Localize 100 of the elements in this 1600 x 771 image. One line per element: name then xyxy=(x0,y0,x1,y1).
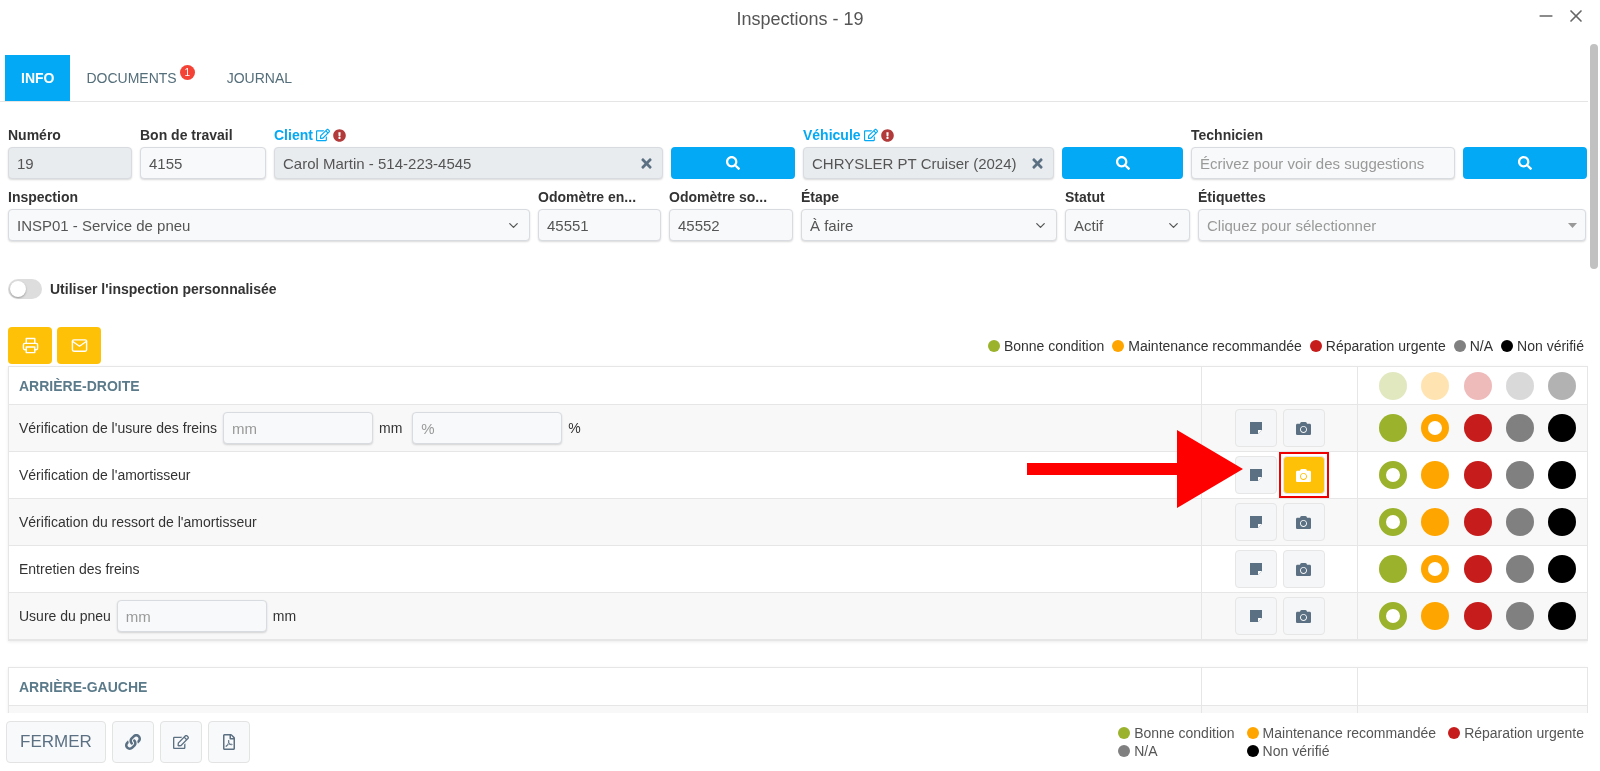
field-label: Étiquettes xyxy=(1198,189,1267,205)
condition-radio[interactable] xyxy=(1379,508,1407,536)
legend-label: Maintenance recommandée xyxy=(1128,337,1302,354)
toggle-label: Utiliser l'inspection personnalisée xyxy=(50,281,277,297)
condition-radio[interactable] xyxy=(1505,508,1534,536)
legend-label: Non vérifié xyxy=(1517,337,1584,354)
item-label: Vérification de l'usure des freins xyxy=(19,420,217,436)
edit-icon[interactable] xyxy=(863,128,878,142)
field-label: Bon de travail xyxy=(140,127,234,143)
set-all-dot[interactable] xyxy=(1379,371,1407,400)
note-button[interactable] xyxy=(1234,409,1277,447)
condition-radio[interactable] xyxy=(1379,461,1407,489)
item-label: Entretien des freins xyxy=(19,561,140,577)
condition-radio[interactable] xyxy=(1379,414,1407,442)
input-field[interactable]: Écrivez pour voir des suggestions xyxy=(1191,147,1455,179)
field-label: Inspection xyxy=(8,189,79,205)
clear-icon[interactable] xyxy=(639,155,654,171)
measure-field[interactable]: % xyxy=(412,412,563,444)
condition-radio[interactable] xyxy=(1421,461,1450,489)
camera-icon xyxy=(1296,420,1311,436)
input-field[interactable]: 45552 xyxy=(669,209,793,241)
set-all-dot[interactable] xyxy=(1505,371,1534,400)
warning-icon xyxy=(332,128,346,142)
printer-icon xyxy=(21,337,39,354)
condition-radio[interactable] xyxy=(1505,602,1534,630)
condition-radio[interactable] xyxy=(1421,555,1450,583)
condition-radio[interactable] xyxy=(1548,555,1576,583)
caret-icon xyxy=(1568,222,1577,228)
condition-radio[interactable] xyxy=(1379,555,1407,583)
pdf-file-icon xyxy=(220,734,237,750)
edit-icon[interactable] xyxy=(315,128,330,142)
note-icon xyxy=(1248,562,1263,576)
legend-label: N/A xyxy=(1134,743,1158,759)
select-field[interactable]: À faire xyxy=(801,209,1057,241)
note-button[interactable] xyxy=(1234,503,1277,541)
measure-field[interactable]: mm xyxy=(223,412,373,444)
camera-icon xyxy=(1296,467,1311,483)
condition-radio[interactable] xyxy=(1421,602,1450,630)
link-button[interactable] xyxy=(111,721,154,763)
legend-label: Réparation urgente xyxy=(1464,725,1584,741)
select-field[interactable]: INSP01 - Service de pneu xyxy=(8,209,530,241)
field-label: Technicien xyxy=(1191,127,1265,143)
search-button[interactable] xyxy=(671,147,795,179)
clear-icon[interactable] xyxy=(1030,155,1045,171)
note-button[interactable] xyxy=(1234,456,1277,494)
field-label: Odomètre so... xyxy=(669,189,769,205)
close-button[interactable]: FERMER xyxy=(6,721,106,763)
field-label: Étape xyxy=(801,189,841,205)
lookup-field[interactable]: CHRYSLER PT Cruiser (2024) xyxy=(803,147,1054,179)
camera-button[interactable] xyxy=(1282,409,1325,447)
condition-radio[interactable] xyxy=(1379,602,1407,630)
note-icon xyxy=(1248,421,1263,435)
condition-radio[interactable] xyxy=(1548,461,1576,489)
camera-button[interactable] xyxy=(1282,550,1325,588)
condition-radio[interactable] xyxy=(1548,602,1576,630)
note-button[interactable] xyxy=(1234,550,1277,588)
set-all-dot[interactable] xyxy=(1548,371,1576,400)
note-button[interactable] xyxy=(1234,597,1277,635)
set-all-dot[interactable] xyxy=(1463,371,1492,400)
edit-icon xyxy=(172,734,189,750)
tab[interactable]: JOURNAL xyxy=(210,55,309,101)
unit-label: % xyxy=(568,420,581,436)
condition-radio[interactable] xyxy=(1505,414,1534,442)
input-field[interactable]: 4155 xyxy=(140,147,266,179)
camera-button[interactable] xyxy=(1282,597,1325,635)
camera-button[interactable] xyxy=(1282,503,1325,541)
select-field[interactable]: Actif xyxy=(1065,209,1190,241)
legend-label: Bonne condition xyxy=(1003,337,1105,354)
unit-label: mm xyxy=(379,420,403,436)
measure-field[interactable]: mm xyxy=(116,600,267,632)
item-label: Vérification de l'amortisseur xyxy=(19,467,191,483)
field-label: Statut xyxy=(1065,189,1106,205)
count-badge: 1 xyxy=(179,64,195,80)
section-title: ARRIÈRE-DROITE xyxy=(19,377,140,394)
condition-radio[interactable] xyxy=(1463,508,1492,536)
lookup-field[interactable]: Carol Martin - 514-223-4545 xyxy=(274,147,663,179)
condition-radio[interactable] xyxy=(1463,461,1492,489)
set-all-dot[interactable] xyxy=(1421,371,1450,400)
legend-label: Réparation urgente xyxy=(1325,337,1446,354)
input-field[interactable]: 45551 xyxy=(538,209,661,241)
condition-radio[interactable] xyxy=(1421,414,1450,442)
legend-label: N/A xyxy=(1469,337,1494,354)
item-label: Usure du pneu xyxy=(19,608,111,624)
condition-radio[interactable] xyxy=(1421,508,1450,536)
search-button[interactable] xyxy=(1062,147,1183,179)
condition-radio[interactable] xyxy=(1505,555,1534,583)
link-icon xyxy=(124,734,141,750)
toggle-switch[interactable] xyxy=(8,279,42,299)
note-icon xyxy=(1248,609,1263,623)
edit-button[interactable] xyxy=(159,721,202,763)
condition-radio[interactable] xyxy=(1505,461,1534,489)
condition-radio[interactable] xyxy=(1548,414,1576,442)
condition-radio[interactable] xyxy=(1548,508,1576,536)
pdf-button[interactable] xyxy=(207,721,250,763)
condition-radio[interactable] xyxy=(1463,602,1492,630)
envelope-icon xyxy=(70,337,88,354)
scrollbar-thumb[interactable] xyxy=(1590,44,1598,269)
condition-radio[interactable] xyxy=(1463,414,1492,442)
tab[interactable]: DOCUMENTS 1 xyxy=(70,55,211,101)
condition-radio[interactable] xyxy=(1463,555,1492,583)
